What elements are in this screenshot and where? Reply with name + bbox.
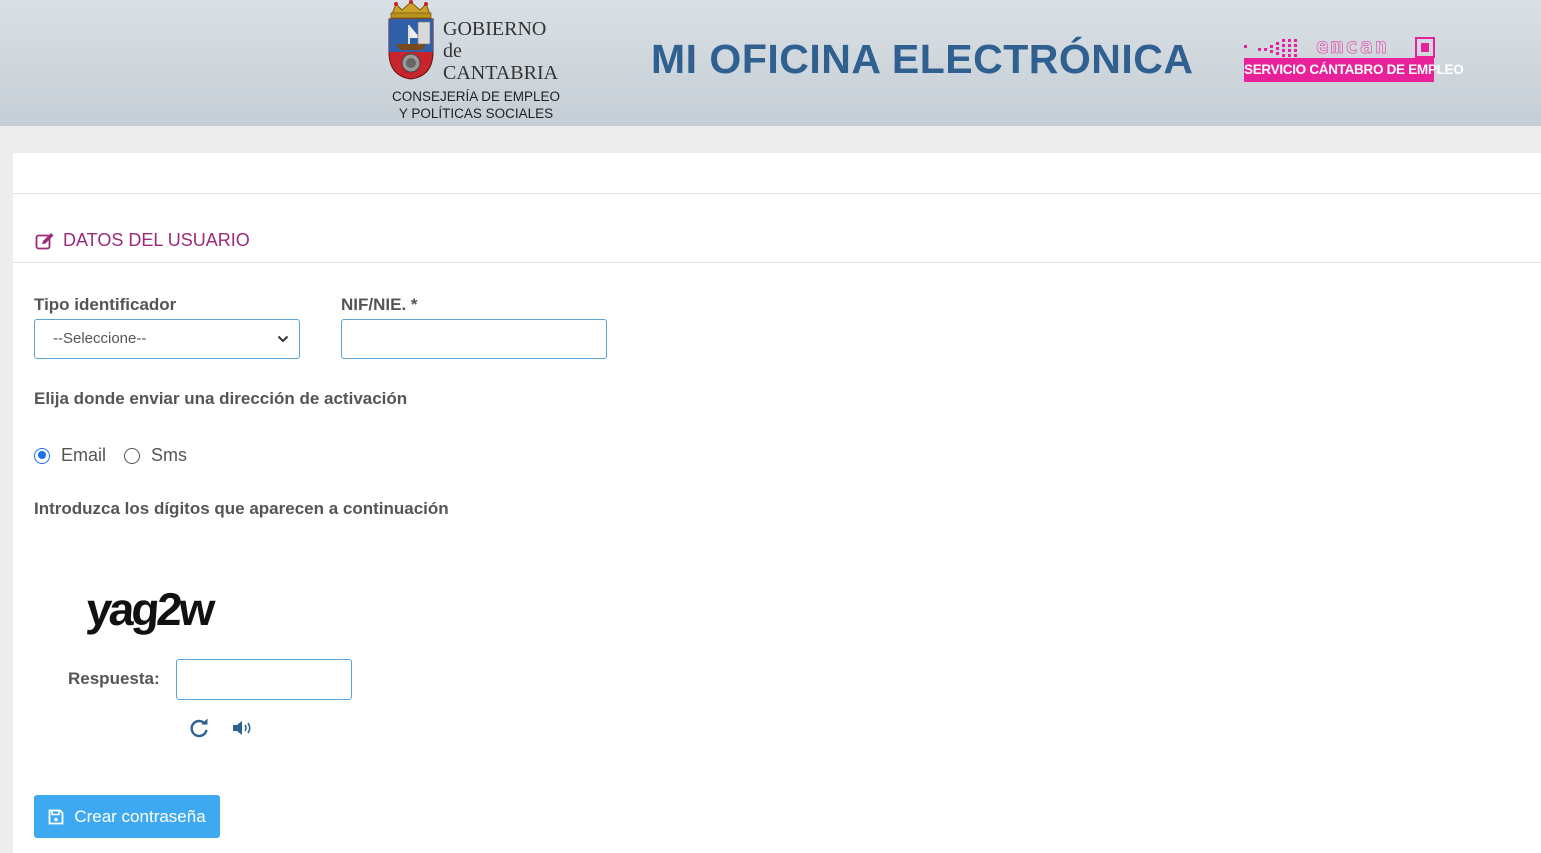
gov-dept-line: Y POLÍTICAS SOCIALES xyxy=(398,106,554,121)
select-value: --Seleccione-- xyxy=(53,330,147,347)
section-title: DATOS DEL USUARIO xyxy=(35,230,250,251)
user-data-panel: DATOS DEL USUARIO Tipo identificador --S… xyxy=(13,153,1541,853)
section-title-text: DATOS DEL USUARIO xyxy=(63,230,250,250)
captcha-label: Introduzca los dígitos que aparecen a co… xyxy=(34,499,449,518)
gov-dept-line: CONSEJERÍA DE EMPLEO xyxy=(391,89,561,104)
divider xyxy=(13,262,1541,263)
divider xyxy=(13,193,1541,194)
crear-contrasena-label: Crear contraseña xyxy=(74,806,206,826)
tipo-identificador-select[interactable]: --Seleccione-- xyxy=(34,319,300,359)
email-radio-label[interactable]: Email xyxy=(61,445,106,466)
gov-department: CONSEJERÍA DE EMPLEO Y POLÍTICAS SOCIALE… xyxy=(386,88,566,122)
emcan-logo[interactable]: emcan SERVICIO CÁNTABRO DE EMPLEO xyxy=(1244,34,1464,84)
gov-name-line: de xyxy=(443,40,462,62)
sms-radio-label[interactable]: Sms xyxy=(151,445,187,466)
gov-name-line: CANTABRIA xyxy=(443,62,559,84)
nif-label: NIF/NIE. * xyxy=(341,295,418,314)
gov-name: GOBIERNO de CANTABRIA xyxy=(443,18,573,84)
gov-name-line: GOBIERNO xyxy=(443,18,547,40)
send-choice-group: Email Sms xyxy=(34,445,187,466)
captcha-image: yag2w xyxy=(85,583,217,635)
captcha-answer-input[interactable] xyxy=(176,659,352,700)
tipo-identificador-label: Tipo identificador xyxy=(34,295,177,314)
sms-radio[interactable] xyxy=(124,447,141,464)
nif-input[interactable] xyxy=(341,319,607,359)
crear-contrasena-button[interactable]: Crear contraseña xyxy=(34,795,220,838)
edit-icon xyxy=(35,232,54,249)
email-radio[interactable] xyxy=(34,447,50,464)
site-header: GOBIERNO de CANTABRIA CONSEJERÍA DE EMPL… xyxy=(0,0,1541,126)
chevron-down-icon xyxy=(277,335,289,343)
cantabria-crest-icon xyxy=(388,0,434,80)
save-icon xyxy=(48,809,64,824)
speaker-icon[interactable] xyxy=(232,720,254,736)
captcha-text: yag2w xyxy=(85,583,217,635)
send-choice-label: Elija donde enviar una dirección de acti… xyxy=(34,389,408,408)
refresh-icon[interactable] xyxy=(188,717,210,739)
site-title: MI OFICINA ELECTRÓNICA xyxy=(651,36,1194,82)
emcan-wordmark: emcan xyxy=(1316,34,1390,59)
emcan-tagline: SERVICIO CÁNTABRO DE EMPLEO xyxy=(1244,58,1464,82)
gobierno-cantabria-logo[interactable]: GOBIERNO de CANTABRIA CONSEJERÍA DE EMPL… xyxy=(386,0,576,126)
respuesta-label: Respuesta: xyxy=(68,669,160,688)
